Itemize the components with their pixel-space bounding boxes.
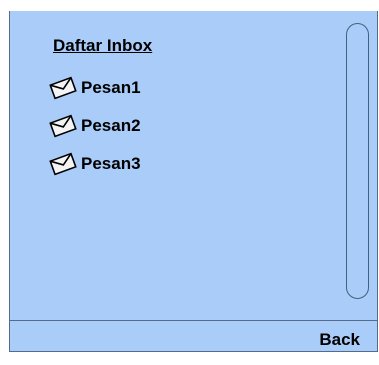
message-list: Pesan1 Pesan2 Pesan3 bbox=[48, 69, 141, 183]
inbox-title: Daftar Inbox bbox=[53, 36, 153, 55]
message-label: Pesan1 bbox=[81, 78, 141, 97]
message-item-1[interactable]: Pesan1 bbox=[48, 69, 141, 107]
message-label: Pesan2 bbox=[81, 116, 141, 135]
scrollbar[interactable] bbox=[346, 23, 369, 299]
message-label: Pesan3 bbox=[81, 154, 141, 173]
envelope-icon bbox=[48, 76, 78, 100]
message-item-3[interactable]: Pesan3 bbox=[48, 145, 141, 183]
softkey-bar: Back bbox=[9, 320, 378, 353]
back-button[interactable]: Back bbox=[319, 330, 360, 350]
envelope-icon bbox=[48, 152, 78, 176]
message-item-2[interactable]: Pesan2 bbox=[48, 107, 141, 145]
phone-screen: Daftar Inbox Pesan1 Pesan2 Pesan3 Back bbox=[9, 11, 378, 352]
envelope-icon bbox=[48, 114, 78, 138]
